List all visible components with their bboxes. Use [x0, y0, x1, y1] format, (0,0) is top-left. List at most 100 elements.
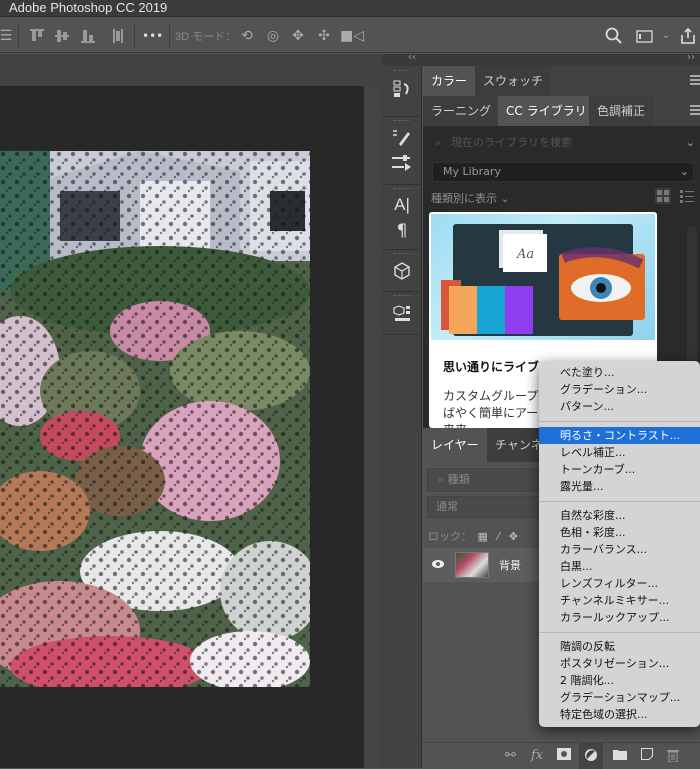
- menu-item-gradient[interactable]: グラデーション...: [539, 381, 700, 398]
- trash-icon[interactable]: [667, 748, 679, 762]
- character-icon[interactable]: A|: [386, 192, 418, 218]
- chevron-down-icon[interactable]: ⌄: [686, 132, 695, 154]
- scale-3d-icon[interactable]: ■◁: [340, 26, 364, 46]
- new-layer-icon[interactable]: [641, 748, 653, 760]
- menu-item-gradient-map[interactable]: グラデーションマップ...: [539, 689, 700, 706]
- menu-item-solid-color[interactable]: べた塗り...: [539, 364, 700, 381]
- roll-3d-icon[interactable]: ◎: [263, 26, 283, 46]
- search-icon: ⌕: [438, 473, 445, 486]
- library-tab-row: ラーニング CC ライブラリ 色調補正: [423, 96, 700, 126]
- divider: [382, 291, 422, 292]
- rotate-3d-icon[interactable]: ⟲: [237, 26, 257, 46]
- menu-item-pattern[interactable]: パターン...: [539, 398, 700, 415]
- drag-3d-icon[interactable]: ✥: [288, 26, 308, 46]
- menu-separator: [539, 421, 700, 422]
- grip[interactable]: [394, 70, 410, 73]
- 3d-icon[interactable]: [386, 258, 418, 284]
- library-search-input[interactable]: ⌕ 現在のライブラリを検索 ⌄: [429, 132, 695, 154]
- menu-item-invert[interactable]: 階調の反転: [539, 638, 700, 655]
- separator: [134, 24, 135, 48]
- workspace-icon[interactable]: [634, 26, 654, 46]
- library-select[interactable]: My Library ⌄: [432, 162, 694, 182]
- layer-name: 背景: [499, 559, 521, 572]
- menu-item-brightness-contrast[interactable]: 明るさ・コントラスト...: [539, 427, 700, 444]
- 3d-layers-icon[interactable]: [386, 300, 418, 326]
- lock-position-icon[interactable]: ✥: [509, 530, 518, 543]
- more-icon[interactable]: •••: [142, 26, 163, 46]
- chevron-down-icon: ⌄: [679, 165, 689, 178]
- share-icon[interactable]: [678, 26, 698, 46]
- grip[interactable]: [394, 253, 410, 256]
- menu-item-selective-color[interactable]: 特定色域の選択...: [539, 706, 700, 723]
- grip[interactable]: [394, 295, 410, 298]
- new-group-icon[interactable]: [613, 748, 627, 760]
- separator: [169, 24, 170, 48]
- grid-view-icon[interactable]: [655, 188, 671, 204]
- menu-item-black-white[interactable]: 白黒...: [539, 558, 700, 575]
- view-by-type-dropdown[interactable]: 種類別に表示 ⌄: [431, 190, 510, 206]
- menu-item-curves[interactable]: トーンカーブ...: [539, 461, 700, 478]
- menu-item-levels[interactable]: レベル補正...: [539, 444, 700, 461]
- menu-item-photo-filter[interactable]: レンズフィルター...: [539, 575, 700, 592]
- fx-icon[interactable]: fx: [531, 748, 543, 763]
- panel-menu-icon[interactable]: [690, 105, 700, 115]
- distribute-icon[interactable]: [108, 26, 128, 46]
- adjustments-icon[interactable]: [386, 150, 418, 176]
- add-mask-icon[interactable]: [557, 748, 571, 760]
- divider: [382, 249, 422, 250]
- adjustment-layer-menu: べた塗り... グラデーション... パターン... 明るさ・コントラスト...…: [539, 361, 700, 727]
- panel-icon-strip: A| ¶: [382, 66, 422, 768]
- menu-item-channel-mixer[interactable]: チャンネルミキサー...: [539, 592, 700, 609]
- list-view-icon[interactable]: [679, 188, 695, 204]
- tab-cc-libraries[interactable]: CC ライブラリ: [498, 96, 595, 126]
- lock-pixels-icon[interactable]: ⁄: [497, 530, 499, 543]
- tab-adjustments[interactable]: 色調補正: [589, 96, 654, 126]
- collapse-right-icon[interactable]: ››: [687, 52, 695, 63]
- menu-item-exposure[interactable]: 露光量...: [539, 478, 700, 495]
- menu-item-hue-saturation[interactable]: 色相・彩度...: [539, 524, 700, 541]
- menu-item-posterize[interactable]: ポスタリゼーション...: [539, 655, 700, 672]
- menu-item-color-balance[interactable]: カラーバランス...: [539, 541, 700, 558]
- history-icon[interactable]: [386, 76, 418, 102]
- card-title: 思い通りにライブ: [443, 360, 540, 374]
- align-top-icon[interactable]: [27, 26, 47, 46]
- brush-settings-icon[interactable]: [386, 124, 418, 150]
- paragraph-icon[interactable]: ¶: [386, 218, 418, 244]
- blend-mode-value: 通常: [436, 500, 458, 513]
- eye-icon[interactable]: [431, 557, 445, 571]
- divider: [382, 184, 422, 185]
- tab-swatches[interactable]: スウォッチ: [475, 66, 552, 96]
- lock-transparent-icon[interactable]: ▦: [478, 530, 488, 543]
- search-icon[interactable]: [604, 26, 624, 46]
- align-bottom-icon[interactable]: [78, 26, 98, 46]
- app-title: Adobe Photoshop CC 2019: [9, 0, 168, 15]
- menu-item-color-lookup[interactable]: カラールックアップ...: [539, 609, 700, 626]
- tab-learn[interactable]: ラーニング: [423, 96, 500, 126]
- grip[interactable]: [394, 120, 410, 123]
- link-layers-icon[interactable]: ⚯: [505, 748, 516, 763]
- menu-item-threshold[interactable]: 2 階調化...: [539, 672, 700, 689]
- vertical-scrollbar[interactable]: [365, 86, 381, 768]
- adjustment-layer-icon[interactable]: [579, 743, 603, 769]
- layer-thumbnail: [455, 552, 489, 578]
- tab-layers[interactable]: レイヤー: [423, 428, 487, 462]
- options-bar: ☰ ••• 3D モード： ⟲ ◎ ✥ ✣ ■◁ ⌄: [0, 18, 700, 53]
- panel-menu-icon[interactable]: [690, 75, 700, 85]
- collapse-left-icon[interactable]: ‹‹: [408, 52, 416, 63]
- menu-item-vibrance[interactable]: 自然な彩度...: [539, 507, 700, 524]
- library-select-value: My Library: [443, 165, 501, 178]
- tab-color[interactable]: カラー: [423, 66, 476, 96]
- layer-filter-placeholder: 種類: [447, 473, 470, 486]
- chevron-down-icon: ⌄: [500, 192, 510, 205]
- grip[interactable]: [394, 188, 410, 191]
- align-icon[interactable]: ☰: [0, 26, 16, 46]
- slide-3d-icon[interactable]: ✣: [314, 26, 334, 46]
- chevron-down-icon[interactable]: ⌄: [656, 26, 676, 46]
- canvas-image[interactable]: [0, 151, 310, 687]
- view-by-label: 種類別に表示: [431, 192, 497, 205]
- align-vcenter-icon[interactable]: [52, 26, 72, 46]
- panel-collapse-bar[interactable]: ‹‹ ››: [382, 52, 700, 66]
- card-illustration: Aa: [431, 214, 655, 340]
- 3d-mode-label: 3D モード：: [175, 31, 237, 43]
- separator: [18, 24, 19, 48]
